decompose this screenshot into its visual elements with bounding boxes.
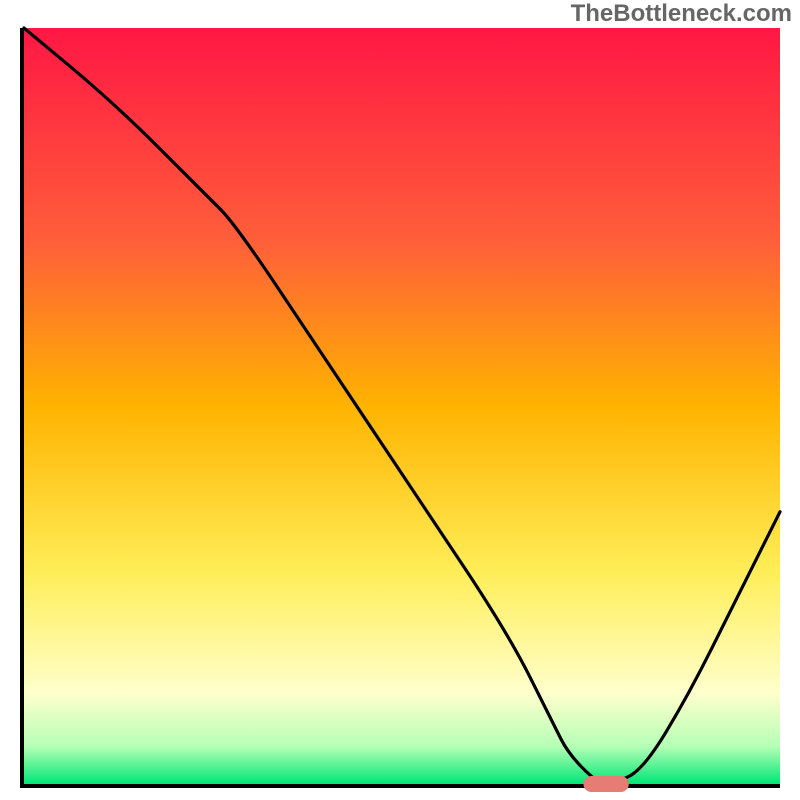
chart-plot-area [20,28,780,788]
chart-curve [24,28,780,784]
watermark-text: TheBottleneck.com [571,0,792,28]
optimal-marker [583,776,628,792]
